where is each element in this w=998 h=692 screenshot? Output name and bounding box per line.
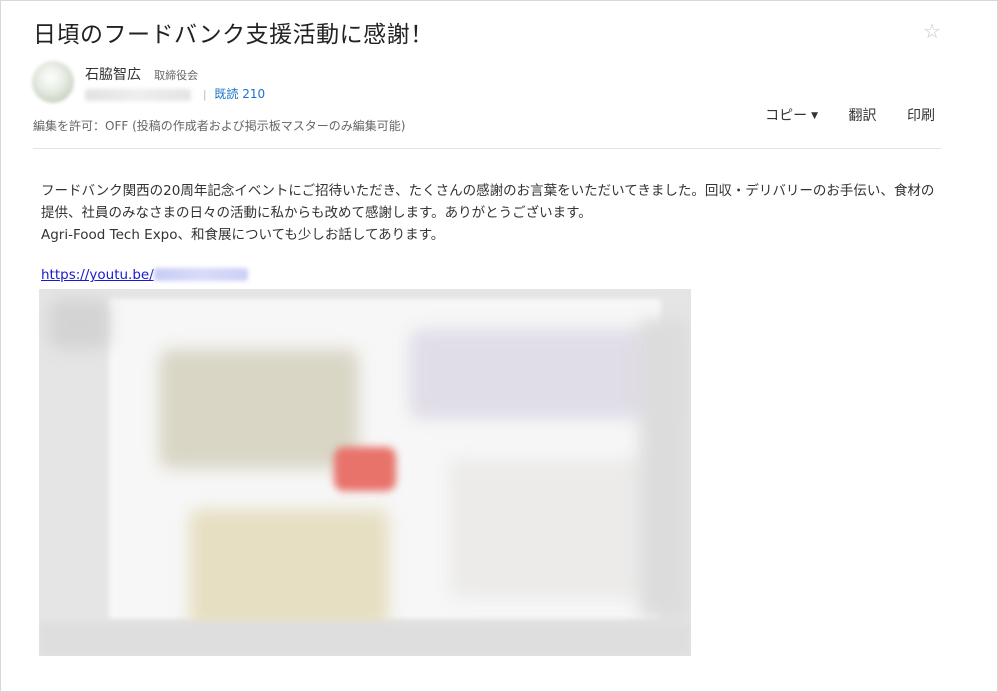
post-title: 日頃のフードバンク支援活動に感謝！ bbox=[33, 22, 434, 48]
author-name[interactable]: 石脇智広 bbox=[85, 67, 141, 83]
video-thumb-region bbox=[449, 459, 649, 599]
read-count-link[interactable]: 既読 210 bbox=[214, 87, 265, 101]
post-body: フードバンク関西の20周年記念イベントにご招待いただき、たくさんの感謝のお言葉を… bbox=[41, 180, 941, 246]
video-thumb-region bbox=[409, 329, 669, 419]
author-info: 石脇智広 取締役会 bbox=[85, 64, 198, 84]
post-actions: コピー ▼ 翻訳 印刷 bbox=[739, 105, 935, 125]
video-thumb-region bbox=[639, 319, 689, 619]
youtube-link[interactable]: https://youtu.be/ bbox=[41, 267, 248, 283]
video-thumb-region bbox=[49, 299, 109, 349]
video-thumb-region bbox=[189, 509, 389, 629]
post-view: 日頃のフードバンク支援活動に感謝！ ☆ 石脇智広 取締役会 | 既読 210 コ… bbox=[0, 0, 998, 692]
body-paragraph: Agri-Food Tech Expo、和食展についても少しお話してあります。 bbox=[41, 227, 445, 243]
meta-separator: | bbox=[202, 88, 207, 101]
edit-permission-text: 編集を許可：OFF (投稿の作成者および掲示板マスターのみ編集可能) bbox=[33, 119, 406, 133]
caret-down-icon: ▼ bbox=[811, 111, 819, 121]
post-date-redacted bbox=[85, 88, 191, 101]
copy-button[interactable]: コピー ▼ bbox=[765, 105, 818, 125]
print-button[interactable]: 印刷 bbox=[907, 105, 935, 125]
youtube-link-prefix: https://youtu.be/ bbox=[41, 267, 154, 283]
body-paragraph: フードバンク関西の20周年記念イベントにご招待いただき、たくさんの感謝のお言葉を… bbox=[41, 183, 935, 221]
video-thumb-region bbox=[159, 349, 359, 469]
star-icon[interactable]: ☆ bbox=[923, 19, 941, 43]
play-button-icon[interactable] bbox=[334, 447, 396, 491]
video-id-redacted bbox=[153, 268, 248, 281]
video-embed-thumbnail[interactable] bbox=[39, 289, 691, 656]
video-link-line: https://youtu.be/ bbox=[41, 267, 248, 283]
post-meta: | 既読 210 bbox=[85, 85, 265, 102]
divider bbox=[33, 148, 941, 149]
translate-button[interactable]: 翻訳 bbox=[849, 105, 877, 125]
author-role: 取締役会 bbox=[154, 69, 199, 82]
copy-button-label: コピー bbox=[765, 108, 808, 124]
video-bottom-bar bbox=[39, 622, 691, 656]
avatar[interactable] bbox=[32, 61, 74, 103]
